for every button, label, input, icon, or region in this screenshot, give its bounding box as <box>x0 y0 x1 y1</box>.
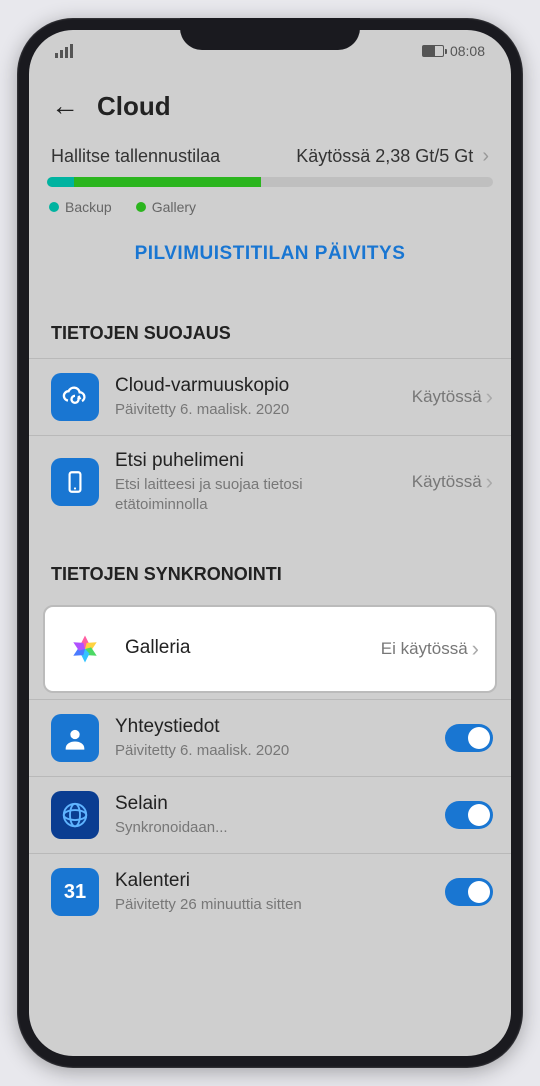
group-title-sync: TIETOJEN SYNKRONOINTI <box>29 542 511 599</box>
cloud-backup-icon <box>51 373 99 421</box>
notch <box>180 18 360 50</box>
gallery-icon <box>61 625 109 673</box>
item-find-phone[interactable]: Etsi puhelimeni Etsi laitteesi ja suojaa… <box>29 435 511 528</box>
item-contacts[interactable]: Yhteystiedot Päivitetty 6. maalisk. 2020 <box>29 699 511 776</box>
upgrade-link[interactable]: PILVIMUISTITILAN PÄIVITYS <box>135 243 406 264</box>
item-sub: Päivitetty 6. maalisk. 2020 <box>115 400 396 420</box>
item-status: Käytössä <box>412 472 482 492</box>
chevron-right-icon: › <box>486 386 493 408</box>
upgrade-row: PILVIMUISTITILAN PÄIVITYS <box>47 227 493 287</box>
storage-bar-gallery <box>74 177 261 187</box>
chevron-right-icon: › <box>486 471 493 493</box>
back-icon[interactable]: ← <box>51 90 79 122</box>
contacts-icon <box>51 714 99 762</box>
storage-bar <box>47 177 493 187</box>
dot-backup-icon <box>49 202 59 212</box>
signal-icon <box>55 44 73 58</box>
legend-backup: Backup <box>65 199 112 215</box>
toggle-browser[interactable] <box>445 801 493 829</box>
item-cloud-backup[interactable]: Cloud-varmuuskopio Päivitetty 6. maalisk… <box>29 358 511 435</box>
app-header: ← Cloud <box>29 66 511 142</box>
toggle-contacts[interactable] <box>445 724 493 752</box>
item-calendar[interactable]: 31 Kalenteri Päivitetty 26 minuuttia sit… <box>29 853 511 930</box>
item-title: Cloud-varmuuskopio <box>115 375 396 397</box>
item-title: Etsi puhelimeni <box>115 450 396 472</box>
manage-storage-row[interactable]: Hallitse tallennustilaa Käytössä 2,38 Gt… <box>47 142 493 177</box>
storage-usage: Käytössä 2,38 Gt/5 Gt <box>296 146 473 166</box>
item-title: Kalenteri <box>115 870 429 892</box>
storage-section: Hallitse tallennustilaa Käytössä 2,38 Gt… <box>29 142 511 287</box>
item-title: Selain <box>115 793 429 815</box>
chevron-right-icon: › <box>472 638 479 660</box>
clock: 08:08 <box>450 43 485 59</box>
battery-icon <box>422 45 444 57</box>
page-title: Cloud <box>97 91 171 122</box>
browser-icon <box>51 791 99 839</box>
toggle-calendar[interactable] <box>445 878 493 906</box>
item-title: Galleria <box>125 637 365 659</box>
storage-legend: Backup Gallery <box>47 187 493 227</box>
item-status: Ei käytössä <box>381 639 468 659</box>
item-browser[interactable]: Selain Synkronoidaan... <box>29 776 511 853</box>
item-sub: Päivitetty 6. maalisk. 2020 <box>115 741 429 761</box>
find-phone-icon <box>51 458 99 506</box>
item-status: Käytössä <box>412 387 482 407</box>
storage-bar-backup <box>47 177 74 187</box>
item-sub: Päivitetty 26 minuuttia sitten <box>115 895 429 915</box>
calendar-icon: 31 <box>51 868 99 916</box>
item-title: Yhteystiedot <box>115 716 429 738</box>
chevron-right-icon: › <box>482 145 489 167</box>
phone-frame: 08:08 ← Cloud Hallitse tallennustilaa Kä… <box>17 18 523 1068</box>
calendar-day: 31 <box>64 881 86 904</box>
legend-gallery: Gallery <box>152 199 196 215</box>
item-sub: Synkronoidaan... <box>115 818 429 838</box>
storage-label: Hallitse tallennustilaa <box>51 146 220 167</box>
dot-gallery-icon <box>136 202 146 212</box>
item-gallery[interactable]: Galleria Ei käytössä › <box>43 605 497 693</box>
screen: 08:08 ← Cloud Hallitse tallennustilaa Kä… <box>29 30 511 1056</box>
item-sub: Etsi laitteesi ja suojaa tietosi etätoim… <box>115 475 396 514</box>
group-title-protection: TIETOJEN SUOJAUS <box>29 301 511 358</box>
